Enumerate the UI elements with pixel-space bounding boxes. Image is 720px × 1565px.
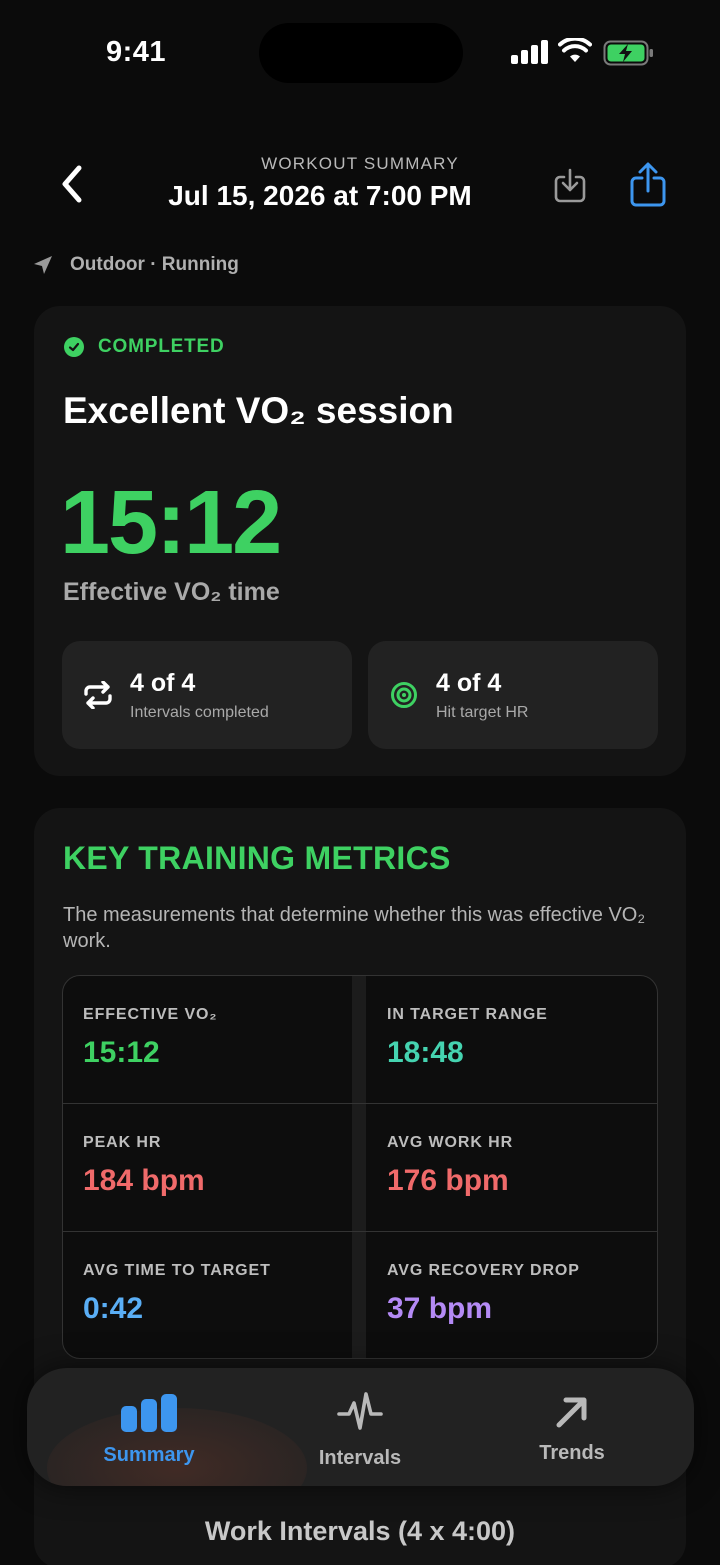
metric-label: EFFECTIVE VO₂	[83, 1006, 218, 1023]
metric-value: 184 bpm	[83, 1164, 205, 1197]
summary-card: COMPLETED Excellent VO₂ session 15:12 Ef…	[34, 306, 686, 776]
intervals-completed-value: 4 of 4	[130, 669, 196, 697]
work-intervals-heading: Work Intervals (4 x 4:00)	[204, 1516, 516, 1546]
repeat-icon	[82, 679, 114, 711]
metrics-title: KEY TRAINING METRICS	[63, 840, 451, 876]
metric-avg-time-to-target: AVG TIME TO TARGET 0:42	[63, 1232, 353, 1358]
arrow-up-right-icon	[472, 1394, 672, 1430]
wifi-icon	[558, 38, 592, 62]
metric-peak-hr: PEAK HR 184 bpm	[63, 1104, 353, 1231]
tab-summary[interactable]: Summary	[49, 1368, 249, 1486]
bar-chart-icon	[49, 1394, 249, 1432]
tab-trends[interactable]: Trends	[472, 1368, 672, 1486]
effective-vo2-time: 15:12	[60, 473, 282, 573]
header: WORKOUT SUMMARY Jul 15, 2026 at 7:00 PM	[0, 140, 720, 230]
metric-label: PEAK HR	[83, 1134, 162, 1151]
metric-label: AVG TIME TO TARGET	[83, 1262, 271, 1279]
effective-vo2-label: Effective VO₂ time	[63, 578, 280, 606]
metric-value: 176 bpm	[387, 1164, 509, 1197]
battery-charging-icon	[603, 40, 653, 66]
dynamic-island	[259, 23, 463, 83]
download-icon	[554, 168, 586, 203]
tab-label: Intervals	[318, 1447, 402, 1469]
grid-divider	[352, 976, 366, 1358]
location-arrow-icon	[34, 256, 52, 274]
location-label: Outdoor · Running	[70, 254, 239, 275]
tab-label: Summary	[103, 1444, 195, 1466]
metrics-grid: EFFECTIVE VO₂ 15:12 IN TARGET RANGE 18:4…	[62, 975, 658, 1359]
metric-value: 0:42	[83, 1292, 144, 1325]
intervals-completed-label: Intervals completed	[130, 704, 269, 721]
hit-target-label: Hit target HR	[436, 704, 529, 721]
metric-value: 15:12	[83, 1036, 160, 1069]
metric-effective-vo2: EFFECTIVE VO₂ 15:12	[63, 976, 353, 1103]
metrics-subtitle: The measurements that determine whether …	[63, 904, 646, 952]
status-badge: COMPLETED	[98, 336, 225, 357]
cellular-signal-icon	[511, 40, 548, 64]
hit-target-stat: 4 of 4 Hit target HR	[368, 641, 658, 749]
metric-label: AVG RECOVERY DROP	[387, 1262, 580, 1279]
intervals-completed-stat: 4 of 4 Intervals completed	[62, 641, 352, 749]
share-button[interactable]	[626, 160, 670, 210]
metric-avg-recovery-drop: AVG RECOVERY DROP 37 bpm	[367, 1232, 657, 1358]
download-button[interactable]	[550, 164, 590, 208]
metric-value: 18:48	[387, 1036, 464, 1069]
session-title: Excellent VO₂ session	[63, 390, 454, 431]
tab-label: Trends	[539, 1442, 605, 1464]
metric-value: 37 bpm	[387, 1292, 493, 1325]
completed-status: COMPLETED	[64, 336, 224, 358]
tab-bar: Summary Intervals Trends	[27, 1368, 694, 1486]
share-icon	[630, 162, 666, 207]
hit-target-value: 4 of 4	[436, 669, 502, 697]
tab-intervals[interactable]: Intervals	[260, 1368, 460, 1486]
target-icon	[388, 679, 420, 711]
heartbeat-icon	[260, 1390, 460, 1434]
header-kicker: WORKOUT SUMMARY	[261, 154, 459, 173]
status-bar: 9:41	[0, 0, 720, 110]
metric-label: IN TARGET RANGE	[387, 1006, 548, 1023]
metric-label: AVG WORK HR	[387, 1134, 514, 1151]
metric-in-target-range: IN TARGET RANGE 18:48	[367, 976, 657, 1103]
workout-location: Outdoor · Running	[32, 250, 239, 280]
header-title: WORKOUT SUMMARY Jul 15, 2026 at 7:00 PM	[0, 154, 720, 212]
check-circle-icon	[64, 337, 84, 357]
metric-avg-work-hr: AVG WORK HR 176 bpm	[367, 1104, 657, 1231]
status-time: 9:41	[106, 36, 167, 68]
